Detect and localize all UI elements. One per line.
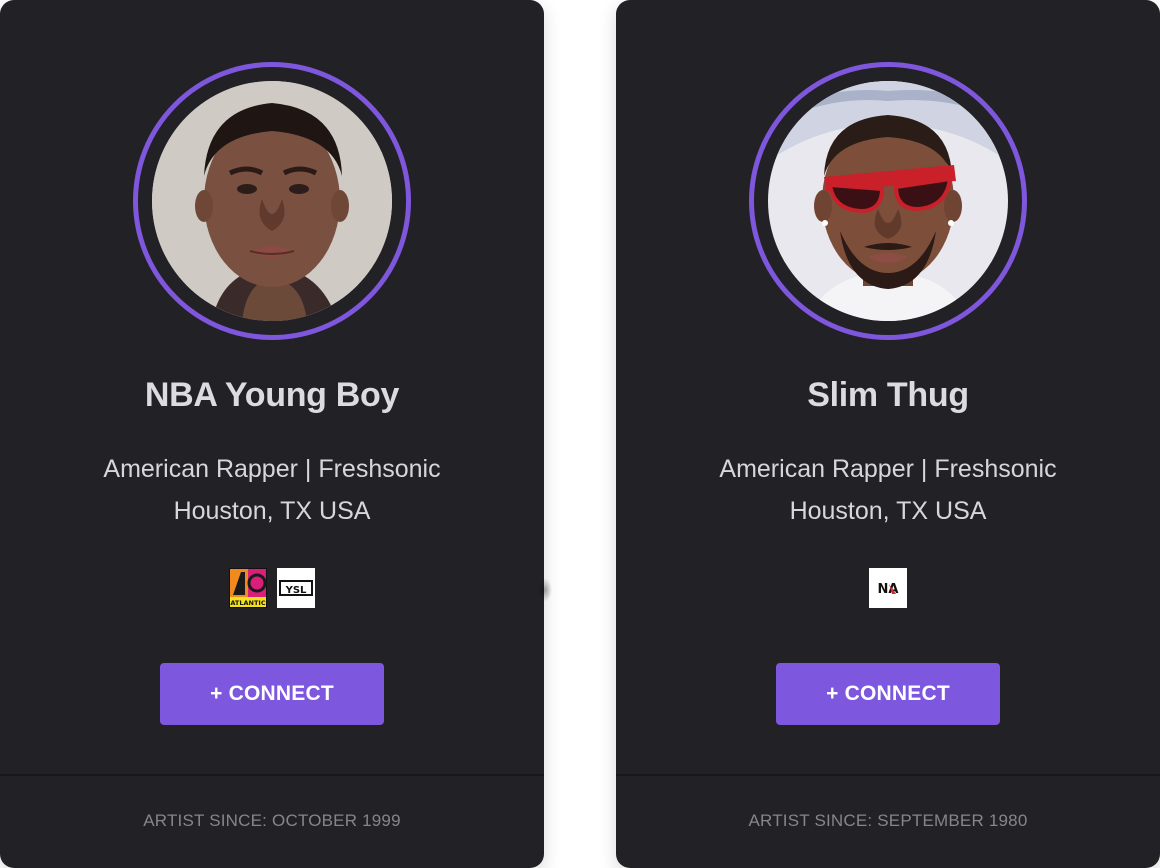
artist-name: NBA Young Boy: [144, 376, 400, 414]
avatar: [768, 81, 1008, 321]
artist-card: Slim Thug American Rapper | Freshsonic H…: [616, 0, 1160, 868]
label-logos: ATLANTIC YSL: [0, 568, 544, 608]
avatar-photo: [152, 81, 392, 321]
connect-button[interactable]: + CONNECT: [776, 663, 1000, 725]
connect-button[interactable]: + CONNECT: [160, 663, 384, 725]
label-logos: NA: [616, 568, 1160, 608]
artist-cards-stage: NBA Young Boy American Rapper | Freshson…: [0, 0, 1160, 868]
artist-card: NBA Young Boy American Rapper | Freshson…: [0, 0, 544, 868]
card-divider: [616, 774, 1160, 776]
svg-text:NA: NA: [878, 582, 899, 597]
avatar-ring: [749, 62, 1027, 340]
na-label-logo[interactable]: NA: [869, 568, 907, 608]
avatar: [152, 81, 392, 321]
atlantic-records-logo[interactable]: ATLANTIC: [229, 568, 267, 608]
card-divider: [0, 774, 544, 776]
artist-location: Houston, TX USA: [789, 497, 987, 525]
artist-subtitle: American Rapper | Freshsonic: [103, 455, 441, 483]
artist-subtitle: American Rapper | Freshsonic: [719, 455, 1057, 483]
avatar-photo: [768, 81, 1008, 321]
artist-name: Slim Thug: [807, 376, 969, 414]
svg-text:ATLANTIC: ATLANTIC: [230, 599, 265, 607]
avatar-ring: [133, 62, 411, 340]
decorative-shadow: [538, 578, 552, 602]
artist-since: ARTIST SINCE: SEPTEMBER 1980: [748, 811, 1028, 830]
svg-text:YSL: YSL: [285, 585, 307, 596]
ysl-records-logo[interactable]: YSL: [277, 568, 315, 608]
artist-since: ARTIST SINCE: OCTOBER 1999: [143, 811, 401, 830]
artist-location: Houston, TX USA: [173, 497, 371, 525]
